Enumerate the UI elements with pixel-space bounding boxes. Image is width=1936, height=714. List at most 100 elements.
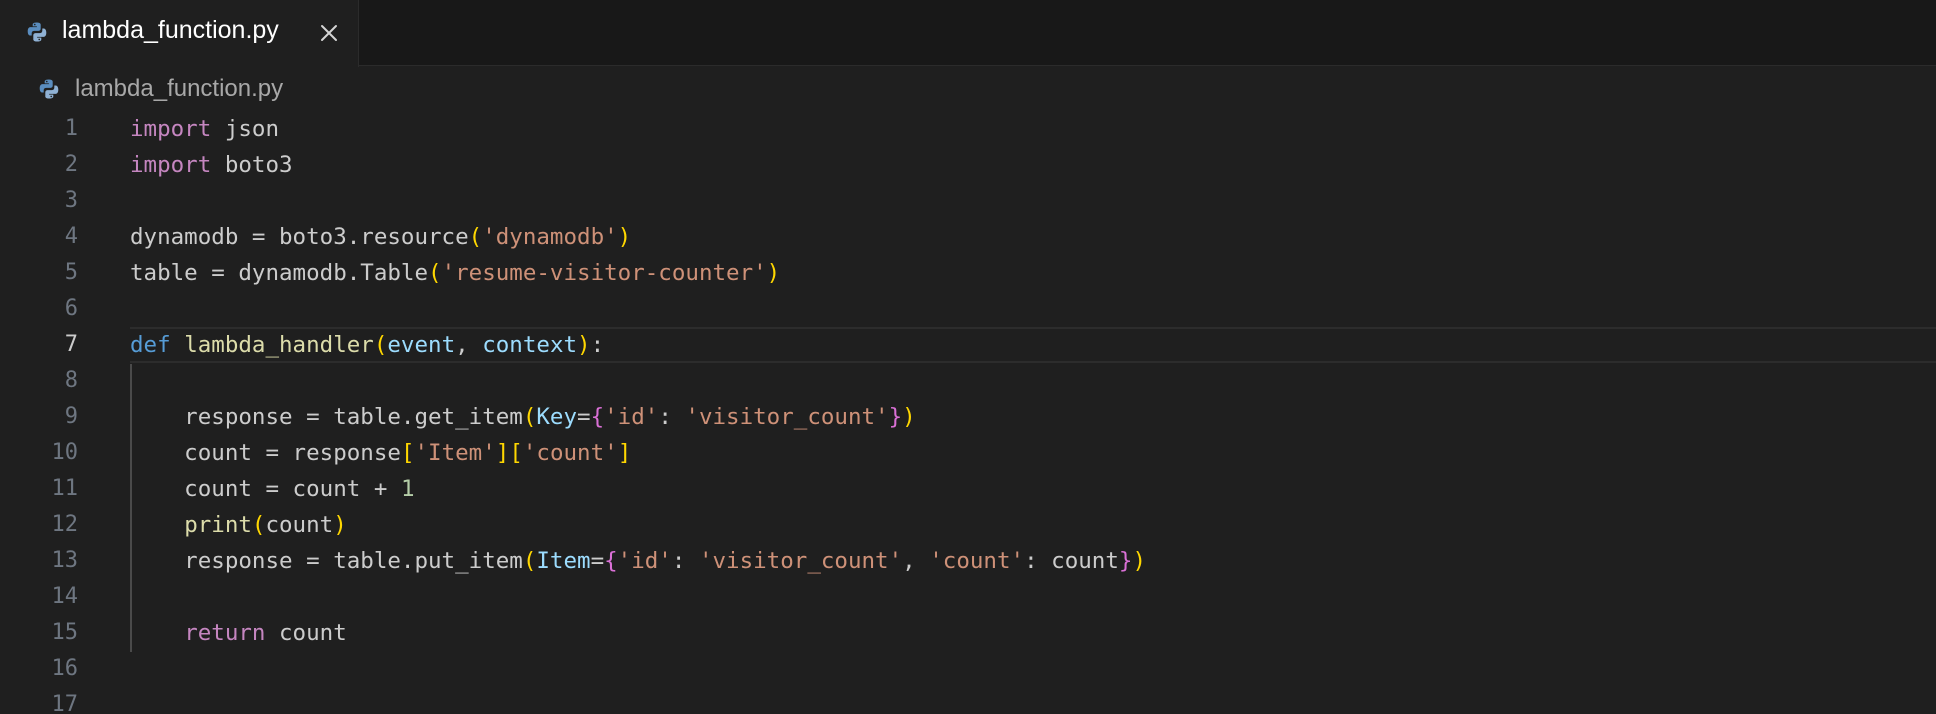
line-number: 13	[51, 548, 79, 573]
code-line[interactable]: 2 import boto3	[0, 147, 1936, 183]
code-line[interactable]: 7 def lambda_handler(event, context):	[0, 327, 1936, 363]
code-line[interactable]: 9 response = table.get_item(Key={'id': '…	[0, 399, 1936, 435]
code-token: dynamodb = boto3.resource	[130, 224, 469, 250]
code-token: )	[766, 260, 781, 286]
code-token: table = dynamodb.Table	[130, 260, 429, 286]
code-token: count	[265, 512, 334, 538]
code-token: 'count'	[929, 548, 1025, 574]
code-line[interactable]: 13 response = table.put_item(Item={'id':…	[0, 543, 1936, 579]
code-token: context	[482, 332, 578, 358]
code-token: count = count +	[130, 476, 401, 502]
code-line[interactable]: 4 dynamodb = boto3.resource('dynamodb')	[0, 219, 1936, 255]
line-number: 6	[64, 296, 78, 321]
code-text: dynamodb = boto3.resource('dynamodb')	[130, 223, 631, 251]
code-token: (	[522, 404, 537, 430]
code-token: boto3	[211, 152, 293, 178]
line-number: 14	[51, 584, 79, 609]
code-token: lambda_handler	[184, 332, 374, 358]
code-token: )	[902, 404, 916, 430]
code-token: (	[428, 260, 442, 286]
code-token: import	[130, 116, 212, 142]
code-line[interactable]: 16	[0, 651, 1936, 687]
code-line[interactable]: 3	[0, 183, 1936, 219]
code-token: ,	[902, 548, 930, 574]
code-token: ]	[495, 440, 510, 466]
line-number: 12	[51, 512, 79, 537]
code-token: response = table.put_item	[130, 548, 523, 574]
code-text: def lambda_handler(event, context):	[130, 331, 604, 359]
code-token: )	[577, 332, 591, 358]
code-token: count = response	[130, 440, 401, 466]
code-text: count = count + 1	[130, 475, 414, 503]
code-token: 'resume-visitor-counter'	[441, 260, 767, 286]
code-text: response = table.get_item(Key={'id': 'vi…	[130, 403, 916, 431]
close-icon[interactable]	[316, 20, 342, 46]
code-token: )	[1132, 548, 1146, 574]
code-token: ,	[455, 332, 483, 358]
code-token: 'visitor_count'	[685, 404, 889, 430]
code-token: : count	[1024, 548, 1119, 574]
line-number: 9	[64, 404, 78, 429]
code-line[interactable]: 5 table = dynamodb.Table('resume-visitor-…	[0, 255, 1936, 291]
breadcrumb: lambda_function.py	[0, 67, 1936, 115]
code-text: print(count)	[130, 511, 347, 539]
code-editor[interactable]: 1 import json 2 import boto3 3 4 dynamodb = bo…	[0, 111, 1936, 714]
line-number: 3	[64, 188, 78, 213]
code-token: Key	[536, 404, 578, 430]
code-line[interactable]: 12 print(count)	[0, 507, 1936, 543]
code-token: (	[251, 512, 266, 538]
code-token: =	[590, 548, 605, 574]
line-number: 5	[64, 260, 78, 285]
code-text: import json	[130, 115, 279, 143]
tab-bar: lambda_function.py	[0, 0, 1936, 67]
code-line[interactable]: 11 count = count + 1	[0, 471, 1936, 507]
code-token: response = table.get_item	[130, 404, 523, 430]
code-token: :	[658, 404, 686, 430]
code-token: print	[184, 512, 252, 538]
code-line[interactable]: 10 count = response['Item']['count']	[0, 435, 1936, 471]
code-token: 'id'	[604, 404, 659, 430]
line-number: 4	[64, 224, 78, 249]
code-token: def	[130, 332, 171, 358]
code-token: [	[400, 440, 415, 466]
line-number: 10	[51, 440, 79, 465]
code-token: 'dynamodb'	[482, 224, 618, 250]
code-line[interactable]: 17	[0, 687, 1936, 714]
code-text: table = dynamodb.Table('resume-visitor-c…	[130, 259, 780, 287]
code-text: import boto3	[130, 151, 293, 179]
python-icon	[26, 21, 48, 43]
tab-lambda-function[interactable]: lambda_function.py	[0, 0, 359, 67]
editor-window: lambda_function.py lambda_function.py 1 i…	[0, 0, 1936, 714]
code-line[interactable]: 6	[0, 291, 1936, 327]
code-token: return	[184, 620, 266, 646]
line-number: 17	[51, 692, 79, 714]
python-icon	[38, 78, 60, 100]
code-token: }	[1118, 548, 1133, 574]
code-token: 'id'	[617, 548, 672, 574]
breadcrumb-file[interactable]: lambda_function.py	[75, 75, 283, 103]
line-number: 7	[64, 332, 78, 357]
code-token: json	[211, 116, 280, 142]
code-token: {	[604, 548, 618, 574]
line-number: 2	[64, 152, 78, 177]
code-token: 'Item'	[414, 440, 496, 466]
code-token: =	[577, 404, 591, 430]
line-number: 8	[64, 368, 78, 393]
code-token: import	[130, 152, 212, 178]
code-token: (	[373, 332, 388, 358]
code-token: event	[387, 332, 456, 358]
code-token: )	[617, 224, 632, 250]
code-text: count = response['Item']['count']	[130, 439, 631, 467]
code-token: Item	[536, 548, 591, 574]
code-line[interactable]: 8	[0, 363, 1936, 399]
code-token: 'visitor_count'	[698, 548, 903, 574]
code-token: (	[468, 224, 483, 250]
line-number: 16	[51, 656, 79, 681]
code-line[interactable]: 1 import json	[0, 111, 1936, 147]
line-number: 15	[51, 620, 79, 645]
code-line[interactable]: 14	[0, 579, 1936, 615]
line-number: 1	[64, 116, 78, 141]
code-line[interactable]: 15 return count	[0, 615, 1936, 651]
